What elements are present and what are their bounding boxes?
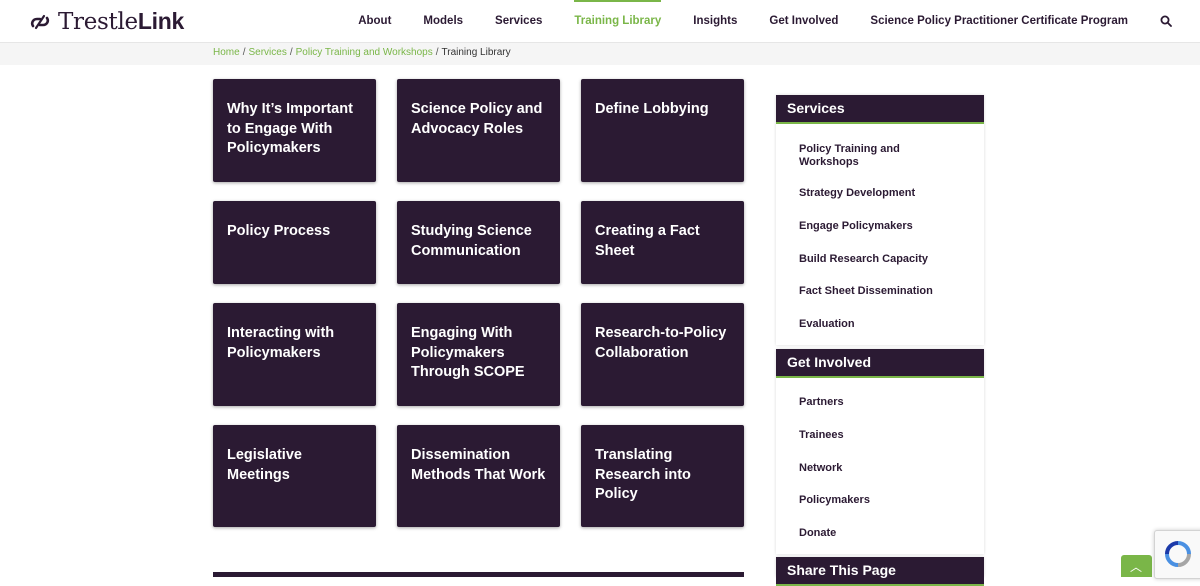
tile-why-engage[interactable]: Why It’s Important to Engage With Policy… <box>213 79 376 182</box>
breadcrumb-policy-training[interactable]: Policy Training and Workshops <box>296 47 433 58</box>
sidebar-link[interactable]: Build Research Capacity <box>799 253 959 266</box>
tile-legislative-meetings[interactable]: Legislative Meetings <box>213 425 376 527</box>
tile-title: Engaging With Policymakers Through SCOPE <box>411 325 525 381</box>
tile-science-policy-roles[interactable]: Science Policy and Advocacy Roles <box>397 79 560 182</box>
chevron-up-icon: ︿ <box>1130 560 1143 574</box>
next-section-bar <box>213 572 744 577</box>
trestlelink-logo-icon <box>30 14 50 29</box>
sidebar-heading: Services <box>776 95 984 124</box>
site-logo[interactable]: TrestleLink <box>30 8 184 35</box>
nav-about[interactable]: About <box>358 0 391 42</box>
tile-define-lobbying[interactable]: Define Lobbying <box>581 79 744 182</box>
tile-interacting-policymakers[interactable]: Interacting with Policymakers <box>213 303 376 406</box>
tile-scope[interactable]: Engaging With Policymakers Through SCOPE <box>397 303 560 406</box>
tile-title: Translating Research into Policy <box>595 447 691 503</box>
sidebar-link[interactable]: Strategy Development <box>799 187 959 200</box>
sidebar-services: Services Policy Training and Workshops S… <box>776 95 984 345</box>
sidebar-heading: Share This Page <box>776 557 984 586</box>
sidebar-heading: Get Involved <box>776 349 984 378</box>
tile-title: Studying Science Communication <box>411 223 532 259</box>
tile-title: Dissemination Methods That Work <box>411 447 546 483</box>
nav-insights[interactable]: Insights <box>693 0 737 42</box>
tile-science-communication[interactable]: Studying Science Communication <box>397 201 560 284</box>
sidebar-link[interactable]: Trainees <box>799 429 959 442</box>
nav-training-library[interactable]: Training Library <box>574 0 661 42</box>
breadcrumb-services[interactable]: Services <box>248 47 286 58</box>
tile-title: Interacting with Policymakers <box>227 325 335 361</box>
breadcrumb-home[interactable]: Home <box>213 47 240 58</box>
search-icon[interactable] <box>1160 15 1172 27</box>
sidebar-link[interactable]: Partners <box>799 396 959 409</box>
breadcrumb-separator: / <box>435 47 439 58</box>
site-header: TrestleLink About Models Services Traini… <box>0 0 1200 43</box>
tile-title: Define Lobbying <box>595 101 709 117</box>
tile-title: Why It’s Important to Engage With Policy… <box>227 101 353 157</box>
sidebar-link[interactable]: Evaluation <box>799 318 959 331</box>
tile-title: Creating a Fact Sheet <box>595 223 700 259</box>
nav-services[interactable]: Services <box>495 0 542 42</box>
main-nav: About Models Services Training Library I… <box>326 0 1200 42</box>
tile-title: Science Policy and Advocacy Roles <box>411 101 543 137</box>
sidebar-link[interactable]: Policy Training and Workshops <box>799 143 959 168</box>
tile-dissemination-methods[interactable]: Dissemination Methods That Work <box>397 425 560 527</box>
tile-title: Policy Process <box>227 223 331 239</box>
sidebar-get-involved: Get Involved Partners Trainees Network P… <box>776 349 984 554</box>
nav-models[interactable]: Models <box>423 0 463 42</box>
breadcrumb: Home / Services / Policy Training and Worksh… <box>213 47 511 58</box>
back-to-top-button[interactable]: ︿ <box>1121 555 1152 577</box>
breadcrumb-separator: / <box>289 47 293 58</box>
tile-policy-process[interactable]: Policy Process <box>213 201 376 284</box>
tile-fact-sheet[interactable]: Creating a Fact Sheet <box>581 201 744 284</box>
sidebar-link[interactable]: Policymakers <box>799 494 959 507</box>
sidebar-link[interactable]: Network <box>799 462 959 475</box>
nav-certificate-program[interactable]: Science Policy Practitioner Certificate … <box>870 0 1128 42</box>
tile-title: Legislative Meetings <box>227 447 302 483</box>
nav-get-involved[interactable]: Get Involved <box>769 0 838 42</box>
tile-title: Research-to-Policy Collaboration <box>595 325 727 361</box>
sidebar-link[interactable]: Engage Policymakers <box>799 220 959 233</box>
tile-translating-research[interactable]: Translating Research into Policy <box>581 425 744 527</box>
sidebar-share: Share This Page <box>776 557 984 586</box>
breadcrumb-band <box>0 43 1200 65</box>
recaptcha-badge[interactable] <box>1154 530 1200 579</box>
breadcrumb-separator: / <box>242 47 246 58</box>
tile-research-to-policy[interactable]: Research-to-Policy Collaboration <box>581 303 744 406</box>
breadcrumb-current: Training Library <box>441 47 511 58</box>
recaptcha-icon <box>1165 541 1191 567</box>
logo-text: TrestleLink <box>58 8 184 35</box>
sidebar-link[interactable]: Fact Sheet Dissemination <box>799 285 959 298</box>
sidebar-link[interactable]: Donate <box>799 527 959 540</box>
